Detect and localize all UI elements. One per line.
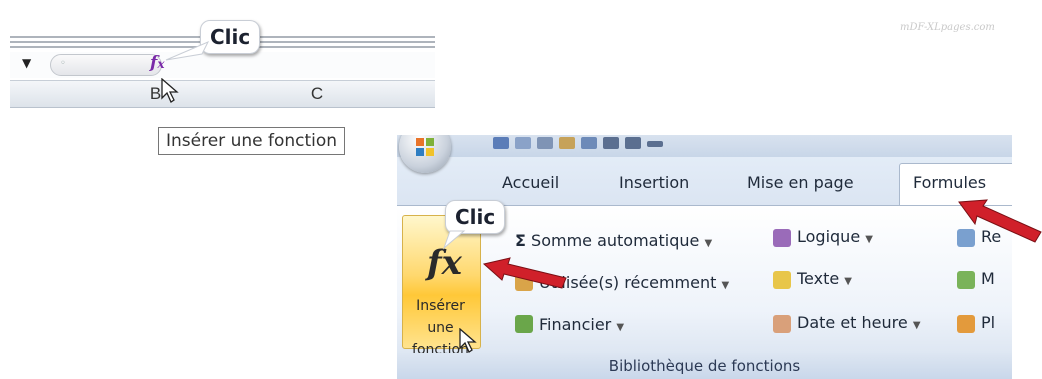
chevron-down-icon: ▼ [704, 238, 713, 249]
autosum-label: Somme automatique [531, 231, 700, 250]
callout-tail [442, 230, 466, 250]
date-time-label: Date et heure [797, 313, 908, 332]
preview-icon[interactable] [559, 137, 575, 149]
financial-button[interactable]: Financier ▼ [515, 315, 624, 334]
question-book-icon [773, 229, 791, 247]
logical-button[interactable]: Logique ▼ [773, 227, 873, 247]
books-icon [957, 315, 975, 333]
undo-icon[interactable] [603, 137, 619, 149]
click-callout-ribbon: Clic [445, 200, 506, 234]
tooltip: Insérer une fonction [158, 127, 346, 155]
quick-access-toolbar [397, 135, 1012, 157]
tab-accueil[interactable]: Accueil [502, 173, 559, 192]
red-arrow-icon [958, 199, 1042, 243]
mouse-cursor-icon [459, 328, 477, 353]
column-header-c[interactable]: C [249, 80, 386, 108]
column-header-d[interactable] [385, 80, 435, 108]
theta-book-icon [957, 271, 975, 289]
callout-tail [165, 41, 210, 61]
splitter-dot-icon: ◦ [60, 58, 66, 69]
customize-icon[interactable] [647, 141, 663, 147]
print-icon[interactable] [537, 137, 553, 149]
text-book-icon [773, 271, 791, 289]
chevron-down-icon: ▼ [912, 320, 921, 331]
tab-formules[interactable]: Formules [913, 173, 986, 192]
text-button[interactable]: Texte ▼ [773, 269, 852, 289]
tab-mise-en-page[interactable]: Mise en page [747, 173, 854, 192]
formula-bar-splitter[interactable] [50, 54, 162, 76]
chevron-down-icon: ▼ [865, 234, 873, 245]
namebox-dropdown-icon[interactable]: ▼ [22, 56, 31, 70]
office-logo-icon [416, 138, 434, 156]
mouse-cursor-icon [161, 78, 179, 103]
column-header-b[interactable]: B [62, 80, 250, 108]
watermark: mDF-XLpages.com [900, 22, 995, 33]
date-time-button[interactable]: Date et heure ▼ [773, 313, 921, 333]
red-arrow-icon [482, 257, 567, 289]
group-label-function-library: Bibliothèque de fonctions [397, 353, 1012, 379]
column-header-a[interactable] [10, 80, 63, 108]
more-functions-button[interactable]: Pl [957, 313, 995, 333]
money-book-icon [515, 315, 533, 333]
math-button[interactable]: M [957, 269, 995, 289]
save-icon[interactable] [493, 137, 509, 149]
tab-insertion[interactable]: Insertion [619, 173, 689, 192]
chevron-down-icon: ▼ [721, 280, 730, 291]
open-icon[interactable] [515, 137, 531, 149]
redo-icon[interactable] [625, 137, 641, 149]
chevron-down-icon: ▼ [844, 276, 852, 287]
chevron-down-icon: ▼ [616, 322, 625, 333]
autosum-button[interactable]: Σ Somme automatique ▼ [515, 231, 712, 250]
mail-icon[interactable] [581, 137, 597, 149]
sigma-icon: Σ [515, 231, 526, 250]
calendar-book-icon [773, 315, 791, 333]
